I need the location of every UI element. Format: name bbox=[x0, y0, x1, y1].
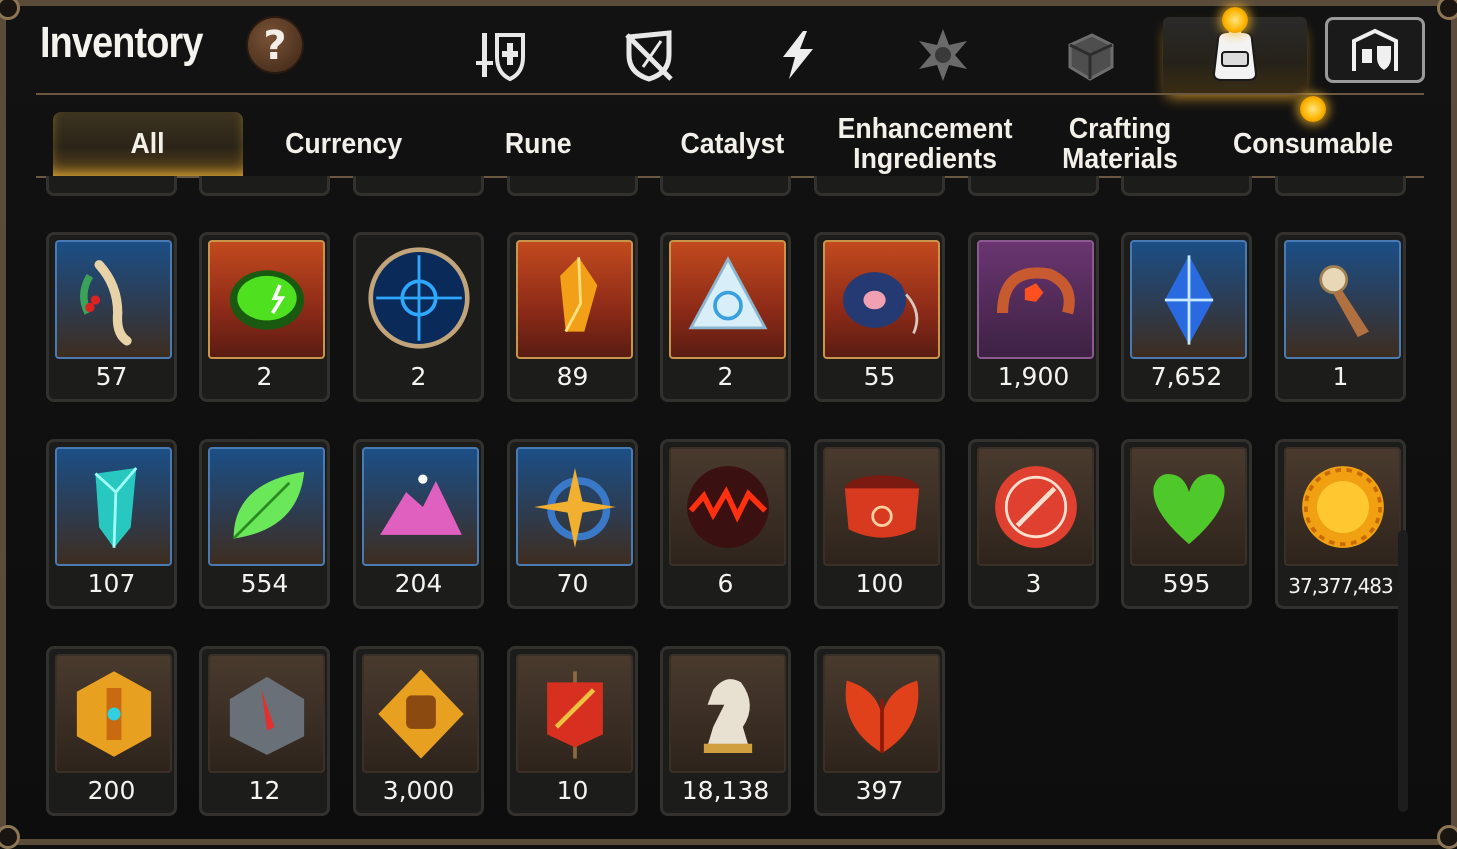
inventory-item[interactable]: 100 bbox=[814, 439, 945, 609]
amber-crystal-icon bbox=[516, 240, 633, 359]
inventory-item[interactable]: 1,900 bbox=[968, 232, 1099, 402]
item-quantity: 204 bbox=[356, 569, 481, 598]
gold-sun-coin-icon bbox=[1284, 447, 1401, 566]
inventory-item[interactable]: 397 bbox=[814, 646, 945, 816]
flame-ring-icon bbox=[977, 240, 1094, 359]
inventory-item[interactable]: 2 bbox=[353, 232, 484, 402]
inventory-item[interactable]: 7,652 bbox=[1121, 232, 1252, 402]
fire-orb-icon bbox=[669, 447, 786, 566]
inventory-item[interactable]: 595 bbox=[1121, 439, 1252, 609]
item-quantity: 18,138 bbox=[663, 776, 788, 805]
item-quantity: 1 bbox=[1278, 362, 1403, 391]
inventory-item[interactable]: 37,377,483 bbox=[1275, 439, 1406, 609]
teal-crystal-icon bbox=[55, 447, 172, 566]
inventory-item[interactable]: 2 bbox=[660, 232, 791, 402]
green-potion-icon bbox=[208, 240, 325, 359]
war-banner-icon bbox=[516, 654, 633, 773]
ginseng-root-icon bbox=[55, 240, 172, 359]
item-quantity: 37,377,483 bbox=[1278, 574, 1403, 598]
item-quantity: 200 bbox=[49, 776, 174, 805]
item-quantity: 3 bbox=[971, 569, 1096, 598]
pink-ore-icon bbox=[362, 447, 479, 566]
stone-compass-icon bbox=[208, 654, 325, 773]
red-seal-icon bbox=[977, 447, 1094, 566]
blue-gem-icon bbox=[1130, 240, 1247, 359]
triangle-crystal-icon bbox=[669, 240, 786, 359]
inventory-item[interactable]: 2 bbox=[199, 232, 330, 402]
item-grid: 5722892551,9007,652110755420470610035953… bbox=[0, 0, 1457, 845]
item-quantity: 7,652 bbox=[1124, 362, 1249, 391]
inventory-item[interactable]: 12 bbox=[199, 646, 330, 816]
inventory-item[interactable]: 70 bbox=[507, 439, 638, 609]
inventory-item[interactable]: 554 bbox=[199, 439, 330, 609]
inventory-item[interactable]: 3 bbox=[968, 439, 1099, 609]
item-quantity: 12 bbox=[202, 776, 327, 805]
item-quantity: 57 bbox=[49, 362, 174, 391]
item-quantity: 6 bbox=[663, 569, 788, 598]
inventory-item[interactable]: 89 bbox=[507, 232, 638, 402]
inventory-item[interactable]: 1 bbox=[1275, 232, 1406, 402]
item-quantity: 3,000 bbox=[356, 776, 481, 805]
red-leaf-icon bbox=[823, 654, 940, 773]
inventory-item[interactable]: 55 bbox=[814, 232, 945, 402]
quill-charm-icon bbox=[1284, 240, 1401, 359]
inventory-item[interactable]: 3,000 bbox=[353, 646, 484, 816]
inventory-item[interactable]: 107 bbox=[46, 439, 177, 609]
item-quantity: 2 bbox=[356, 362, 481, 391]
inventory-item[interactable]: 57 bbox=[46, 232, 177, 402]
item-quantity: 70 bbox=[510, 569, 635, 598]
inventory-item[interactable]: 6 bbox=[660, 439, 791, 609]
item-quantity: 2 bbox=[663, 362, 788, 391]
blue-rune-orb-icon bbox=[362, 240, 475, 355]
item-quantity: 100 bbox=[817, 569, 942, 598]
green-leaf-icon bbox=[208, 447, 325, 566]
item-quantity: 89 bbox=[510, 362, 635, 391]
fist-badge-icon bbox=[362, 654, 479, 773]
scrollbar[interactable] bbox=[1398, 530, 1408, 812]
red-cuff-icon bbox=[823, 447, 940, 566]
item-quantity: 55 bbox=[817, 362, 942, 391]
item-quantity: 10 bbox=[510, 776, 635, 805]
item-quantity: 554 bbox=[202, 569, 327, 598]
inventory-item[interactable]: 204 bbox=[353, 439, 484, 609]
item-quantity: 1,900 bbox=[971, 362, 1096, 391]
item-quantity: 2 bbox=[202, 362, 327, 391]
item-quantity: 107 bbox=[49, 569, 174, 598]
disc-pendant-icon bbox=[823, 240, 940, 359]
gold-emblem-icon bbox=[55, 654, 172, 773]
inventory-item[interactable]: 10 bbox=[507, 646, 638, 816]
item-quantity: 397 bbox=[817, 776, 942, 805]
knight-chess-icon bbox=[669, 654, 786, 773]
star-compass-icon bbox=[516, 447, 633, 566]
inventory-item[interactable]: 200 bbox=[46, 646, 177, 816]
inventory-item[interactable]: 18,138 bbox=[660, 646, 791, 816]
item-quantity: 595 bbox=[1124, 569, 1249, 598]
green-heart-icon bbox=[1130, 447, 1247, 566]
